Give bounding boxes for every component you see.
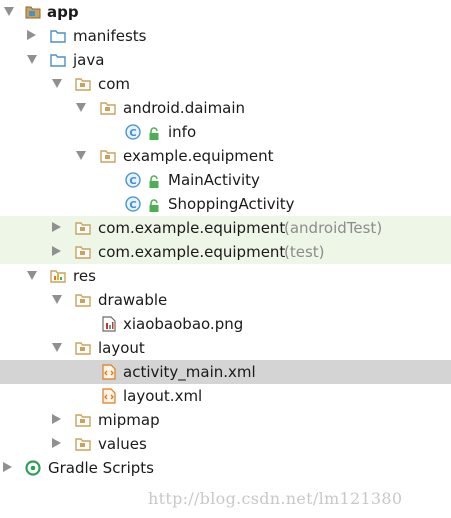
chevron-down-icon[interactable]	[4, 7, 14, 16]
package-folder-icon	[75, 76, 91, 92]
tree-item-label: values	[98, 435, 147, 453]
tree-item-label: com.example.equipment	[98, 243, 286, 261]
class-c-icon: C	[125, 196, 141, 212]
chevron-down-icon[interactable]	[52, 295, 62, 304]
svg-text:C: C	[129, 200, 136, 211]
project-tree-panel: app manifests java com android.daimain C…	[0, 0, 451, 518]
folder-icon	[75, 436, 91, 452]
folder-icon	[75, 412, 91, 428]
tree-item-android-test-package[interactable]: com.example.equipment (androidTest)	[0, 216, 451, 240]
tree-item-label: android.daimain	[123, 99, 246, 117]
module-folder-icon	[25, 4, 41, 20]
tree-item-res[interactable]: res	[0, 264, 451, 288]
package-folder-icon	[75, 244, 91, 260]
folder-icon	[75, 292, 91, 308]
package-folder-icon	[100, 148, 116, 164]
source-set-suffix: (test)	[284, 243, 325, 261]
tree-item-label: java	[73, 51, 105, 69]
tree-item-values[interactable]: values	[0, 432, 451, 456]
class-c-icon: C	[125, 124, 141, 140]
class-c-icon: C	[125, 172, 141, 188]
chevron-down-icon[interactable]	[52, 79, 62, 88]
tree-item-example-equipment[interactable]: example.equipment	[0, 144, 451, 168]
xml-file-icon	[101, 388, 117, 404]
tree-item-label: res	[73, 267, 96, 285]
chevron-down-icon[interactable]	[52, 343, 62, 352]
tree-item-label: example.equipment	[123, 147, 274, 165]
tree-item-label: MainActivity	[168, 171, 260, 189]
tree-item-drawable[interactable]: drawable	[0, 288, 451, 312]
tree-item-label: mipmap	[98, 411, 160, 429]
tree-item-app[interactable]: app	[0, 0, 451, 24]
chevron-right-icon[interactable]	[27, 30, 36, 40]
resource-folder-icon	[50, 268, 66, 284]
tree-item-info[interactable]: C info	[0, 120, 451, 144]
tree-item-label: com	[98, 75, 131, 93]
chevron-down-icon[interactable]	[76, 151, 86, 160]
tree-item-label: app	[47, 3, 79, 21]
tree-item-shopping-activity[interactable]: C ShoppingActivity	[0, 192, 451, 216]
tree-item-activity-main-xml[interactable]: activity_main.xml	[0, 360, 451, 384]
source-set-suffix: (androidTest)	[284, 219, 383, 237]
lock-icon	[148, 174, 160, 188]
tree-item-main-activity[interactable]: C MainActivity	[0, 168, 451, 192]
chevron-right-icon[interactable]	[52, 222, 61, 232]
tree-item-label: activity_main.xml	[123, 363, 256, 381]
tree-item-xiaobaobao-png[interactable]: xiaobaobao.png	[0, 312, 451, 336]
svg-text:C: C	[129, 128, 136, 139]
tree-item-label: ShoppingActivity	[168, 195, 295, 213]
tree-item-label: xiaobaobao.png	[123, 315, 244, 333]
tree-item-label: Gradle Scripts	[48, 459, 154, 477]
tree-item-label: info	[168, 123, 197, 141]
package-folder-icon	[75, 220, 91, 236]
tree-item-label: drawable	[98, 291, 168, 309]
tree-item-label: com.example.equipment	[98, 219, 286, 237]
image-file-icon	[101, 316, 117, 332]
package-folder-icon	[100, 100, 116, 116]
svg-text:C: C	[129, 176, 136, 187]
chevron-right-icon[interactable]	[3, 462, 12, 472]
lock-icon	[148, 198, 160, 212]
chevron-right-icon[interactable]	[52, 246, 61, 256]
tree-item-label: layout	[98, 339, 145, 357]
tree-item-android-daimain[interactable]: android.daimain	[0, 96, 451, 120]
xml-file-icon	[101, 364, 117, 380]
lock-icon	[148, 126, 160, 140]
chevron-down-icon[interactable]	[27, 271, 37, 280]
chevron-down-icon[interactable]	[76, 103, 86, 112]
folder-icon	[50, 28, 66, 44]
tree-item-layout[interactable]: layout	[0, 336, 451, 360]
chevron-down-icon[interactable]	[27, 55, 37, 64]
tree-item-java[interactable]: java	[0, 48, 451, 72]
gradle-icon	[25, 460, 41, 476]
tree-item-layout-xml[interactable]: layout.xml	[0, 384, 451, 408]
source-folder-icon	[50, 52, 66, 68]
tree-item-manifests[interactable]: manifests	[0, 24, 451, 48]
watermark-url: http://blog.csdn.net/lm121380	[148, 489, 403, 508]
chevron-right-icon[interactable]	[52, 438, 61, 448]
tree-item-mipmap[interactable]: mipmap	[0, 408, 451, 432]
tree-item-label: manifests	[73, 27, 147, 45]
tree-item-label: layout.xml	[123, 387, 203, 405]
tree-item-test-package[interactable]: com.example.equipment (test)	[0, 240, 451, 264]
tree-item-com[interactable]: com	[0, 72, 451, 96]
chevron-right-icon[interactable]	[52, 414, 61, 424]
folder-icon	[75, 340, 91, 356]
tree-item-gradle-scripts[interactable]: Gradle Scripts	[0, 456, 451, 480]
